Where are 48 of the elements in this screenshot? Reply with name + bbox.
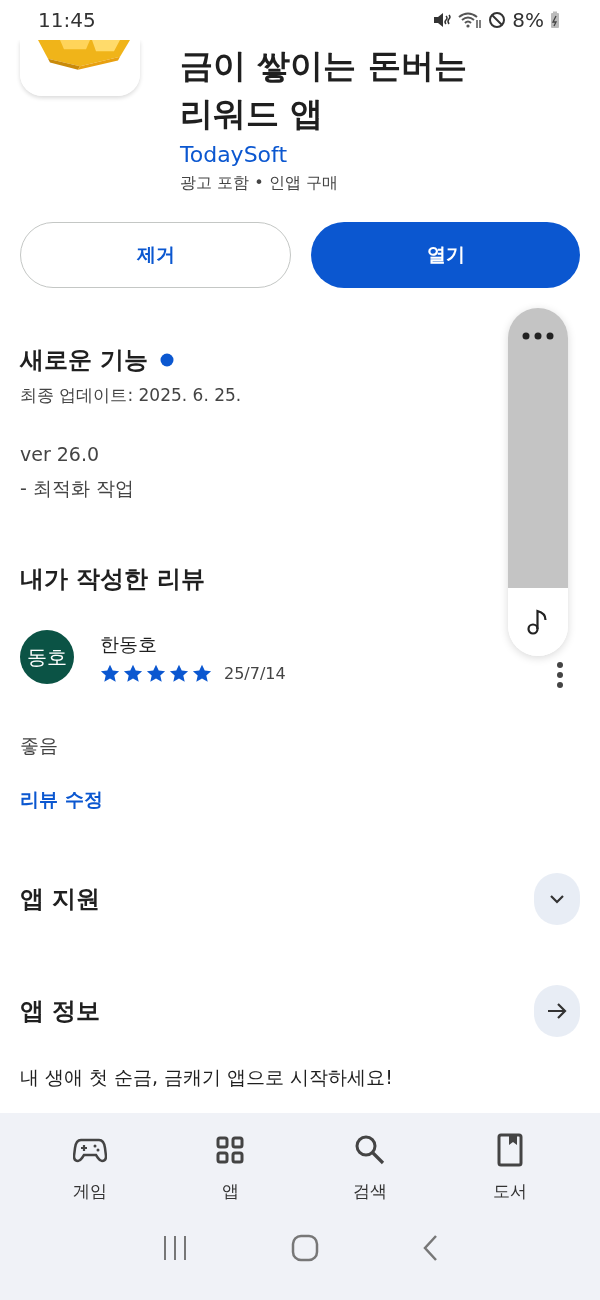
status-time: 11:45 <box>38 8 96 32</box>
update-date: 최종 업데이트: 2025. 6. 25. <box>20 384 243 407</box>
more-vert-icon[interactable] <box>556 661 564 689</box>
mute-icon <box>432 11 453 29</box>
book-icon <box>497 1133 523 1167</box>
nav-tab[interactable]: 도서 <box>455 1131 565 1204</box>
review-date: 25/7/14 <box>224 663 286 683</box>
release-note: - 최적화 작업 <box>20 476 135 501</box>
reviewer-name: 한동호 <box>100 631 158 657</box>
nav-tab[interactable]: 검색 <box>315 1131 425 1204</box>
back-icon[interactable] <box>422 1234 439 1262</box>
blocked-icon <box>488 11 507 29</box>
battery-icon <box>550 11 560 29</box>
section-title: 새로운 기능 <box>20 345 149 376</box>
app-title: 리워드 앱 <box>180 93 324 135</box>
gamepad-icon <box>73 1137 107 1163</box>
recent-apps-icon[interactable] <box>161 1235 188 1261</box>
new-dot-icon <box>160 353 175 367</box>
star-icon <box>123 663 143 683</box>
arrow-right-icon <box>547 1002 567 1020</box>
developer-link[interactable]: TodaySoft <box>180 142 288 167</box>
music-note-icon[interactable] <box>526 609 550 635</box>
section-title: 앱 지원 <box>20 884 101 915</box>
section-title: 앱 정보 <box>20 996 101 1027</box>
search-icon <box>354 1134 386 1166</box>
open-button[interactable]: 열기 <box>311 222 580 288</box>
edit-review-link[interactable]: 리뷰 수정 <box>20 787 103 813</box>
app-title: 금이 쌓이는 돈버는 <box>180 45 467 87</box>
review-text: 좋음 <box>20 733 59 758</box>
wifi-icon <box>458 11 483 29</box>
uninstall-button[interactable]: 제거 <box>20 222 291 288</box>
star-icon <box>146 663 166 683</box>
grid-icon <box>216 1136 244 1164</box>
home-icon[interactable] <box>291 1234 319 1262</box>
nav-tab[interactable]: 게임 <box>35 1131 145 1204</box>
more-icon[interactable] <box>522 332 554 340</box>
arrow-button[interactable] <box>534 985 580 1037</box>
release-note: ver 26.0 <box>20 442 101 467</box>
nav-tab[interactable]: 앱 <box>175 1131 285 1204</box>
app-meta: 광고 포함 • 인앱 구매 <box>180 173 338 194</box>
star-icon <box>100 663 120 683</box>
chevron-down-icon <box>549 894 565 904</box>
star-icon <box>192 663 212 683</box>
star-icon <box>169 663 189 683</box>
app-description: 내 생애 첫 순금, 금캐기 앱으로 시작하세요! <box>20 1065 394 1090</box>
section-title: 내가 작성한 리뷰 <box>20 564 206 595</box>
battery-text: 8% <box>512 8 544 32</box>
user-avatar: 동호 <box>20 630 74 684</box>
